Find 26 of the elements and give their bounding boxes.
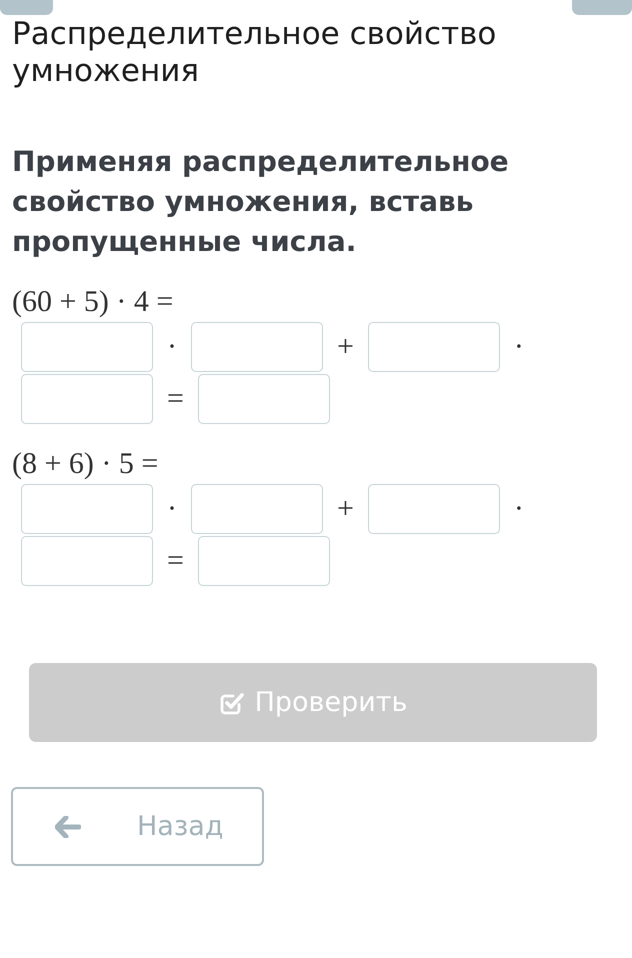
math-operator: + bbox=[336, 491, 355, 527]
math-operator: · bbox=[512, 329, 525, 365]
answer-field[interactable] bbox=[21, 374, 153, 424]
math-operator: · bbox=[166, 491, 178, 527]
partial-button[interactable] bbox=[572, 0, 632, 15]
answer-field[interactable] bbox=[21, 322, 153, 372]
arrow-left-icon bbox=[55, 816, 81, 838]
answer-field[interactable] bbox=[368, 484, 500, 534]
answer-field[interactable] bbox=[191, 484, 323, 534]
math-expression: (8 + 6) · 5 = bbox=[12, 446, 160, 482]
partial-button[interactable] bbox=[0, 0, 53, 15]
answer-field[interactable] bbox=[21, 484, 153, 534]
math-operator: · bbox=[512, 491, 525, 527]
answer-field[interactable] bbox=[21, 536, 153, 586]
answer-field[interactable] bbox=[198, 374, 330, 424]
math-operator: = bbox=[166, 381, 185, 417]
math-expression: (60 + 5) · 4 = bbox=[12, 284, 174, 320]
task-prompt: Применяя распределительное свойство умножения, вставь пропущенные числа. bbox=[12, 144, 510, 260]
answer-field[interactable] bbox=[198, 536, 330, 586]
math-operator: = bbox=[166, 543, 185, 579]
page-title: Распределительное свойство умножения bbox=[12, 16, 498, 90]
answer-field[interactable] bbox=[191, 322, 323, 372]
math-operator: + bbox=[336, 329, 355, 365]
math-operator: · bbox=[166, 329, 178, 365]
answer-field[interactable] bbox=[368, 322, 500, 372]
back-button[interactable]: Назад bbox=[11, 787, 264, 866]
